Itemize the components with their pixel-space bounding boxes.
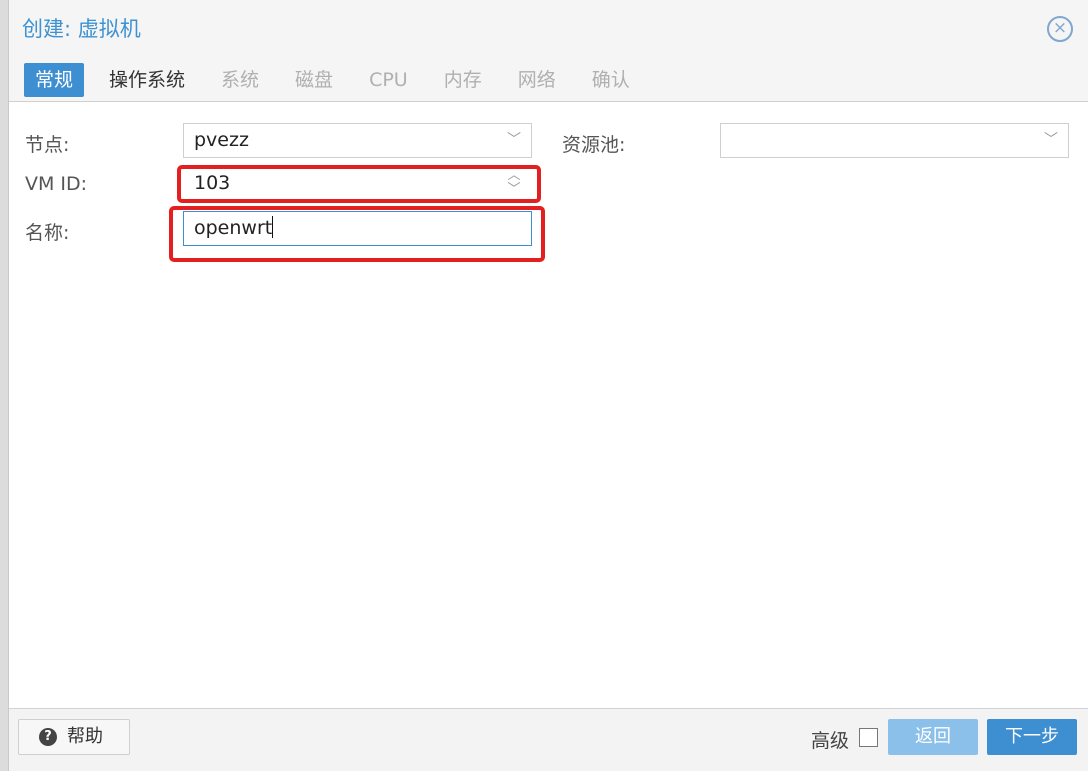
- help-button[interactable]: ? 帮助: [18, 719, 130, 755]
- create-vm-dialog: 创建: 虚拟机 × 常规 操作系统 系统 磁盘 CPU 内存 网络 确认 节点:…: [8, 0, 1088, 771]
- dialog-title: 创建: 虚拟机: [22, 17, 141, 41]
- chevron-down-icon[interactable]: ﹀: [507, 124, 521, 157]
- node-select[interactable]: pvezz ﹀: [183, 123, 532, 158]
- dialog-footer: ? 帮助 高级 返回 下一步: [9, 708, 1088, 771]
- wizard-tabs: 常规 操作系统 系统 磁盘 CPU 内存 网络 确认: [24, 63, 655, 97]
- vmid-highlight-box: [177, 165, 541, 203]
- chevron-down-icon[interactable]: ﹀: [1044, 124, 1058, 157]
- close-icon[interactable]: ×: [1047, 16, 1073, 42]
- tab-os[interactable]: 操作系统: [98, 63, 196, 97]
- name-highlight-box: [169, 206, 545, 262]
- tab-disk: 磁盘: [295, 69, 334, 91]
- help-button-label: 帮助: [67, 726, 103, 747]
- vmid-label: VM ID:: [25, 173, 88, 195]
- pool-select[interactable]: ﹀: [720, 123, 1069, 158]
- tab-system: 系统: [221, 69, 260, 91]
- tab-confirm: 确认: [591, 69, 630, 91]
- advanced-label: 高级: [811, 730, 850, 752]
- advanced-checkbox[interactable]: [859, 728, 878, 747]
- dialog-header: 创建: 虚拟机 × 常规 操作系统 系统 磁盘 CPU 内存 网络 确认: [9, 0, 1088, 102]
- tab-memory: 内存: [443, 69, 482, 91]
- help-icon: ?: [39, 728, 57, 746]
- back-button[interactable]: 返回: [888, 719, 978, 755]
- tab-general[interactable]: 常规: [24, 63, 85, 97]
- node-select-value: pvezz: [194, 129, 249, 151]
- name-label: 名称:: [25, 222, 70, 244]
- next-button[interactable]: 下一步: [987, 719, 1077, 755]
- tab-cpu: CPU: [369, 69, 408, 91]
- node-label: 节点:: [25, 134, 70, 156]
- tab-network: 网络: [517, 69, 556, 91]
- pool-label: 资源池:: [562, 134, 626, 156]
